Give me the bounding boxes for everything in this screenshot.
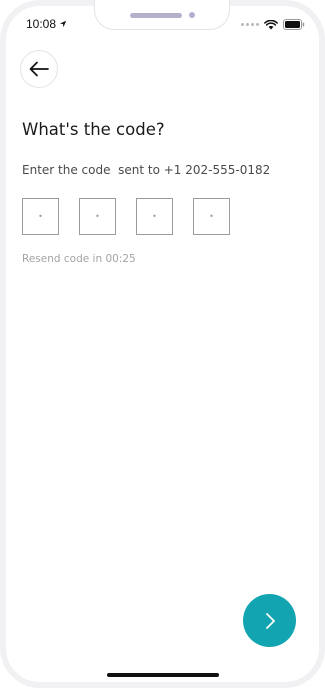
code-sent-instructions: Enter the code sent to +1 202-555-0182 bbox=[22, 163, 271, 177]
status-bar-time: 10:08 bbox=[26, 17, 67, 31]
code-digit-4-input[interactable]: • bbox=[193, 198, 230, 235]
status-time-text: 10:08 bbox=[26, 17, 57, 31]
code-digit-1-input[interactable]: • bbox=[22, 198, 59, 235]
verification-code-inputs: • • • • bbox=[22, 198, 230, 235]
code-digit-placeholder: • bbox=[95, 211, 100, 221]
battery-icon bbox=[283, 19, 305, 30]
home-indicator[interactable] bbox=[107, 673, 219, 677]
location-arrow-icon bbox=[59, 20, 67, 28]
wifi-icon bbox=[264, 19, 278, 29]
code-digit-placeholder: • bbox=[209, 211, 214, 221]
page-title: What's the code? bbox=[22, 120, 165, 139]
code-digit-3-input[interactable]: • bbox=[136, 198, 173, 235]
arrow-left-icon bbox=[29, 61, 49, 77]
device-notch bbox=[94, 0, 230, 30]
resend-code-countdown: Resend code in 00:25 bbox=[22, 253, 136, 265]
status-bar-indicators bbox=[241, 19, 305, 30]
back-button[interactable] bbox=[20, 50, 58, 88]
front-camera bbox=[189, 12, 195, 18]
chevron-right-icon bbox=[265, 612, 275, 629]
code-digit-2-input[interactable]: • bbox=[79, 198, 116, 235]
code-digit-placeholder: • bbox=[152, 211, 157, 221]
next-button[interactable] bbox=[243, 594, 296, 647]
signal-dots-icon bbox=[241, 23, 259, 26]
speaker-grille bbox=[130, 13, 182, 18]
phone-frame bbox=[0, 0, 325, 688]
code-digit-placeholder: • bbox=[38, 211, 43, 221]
